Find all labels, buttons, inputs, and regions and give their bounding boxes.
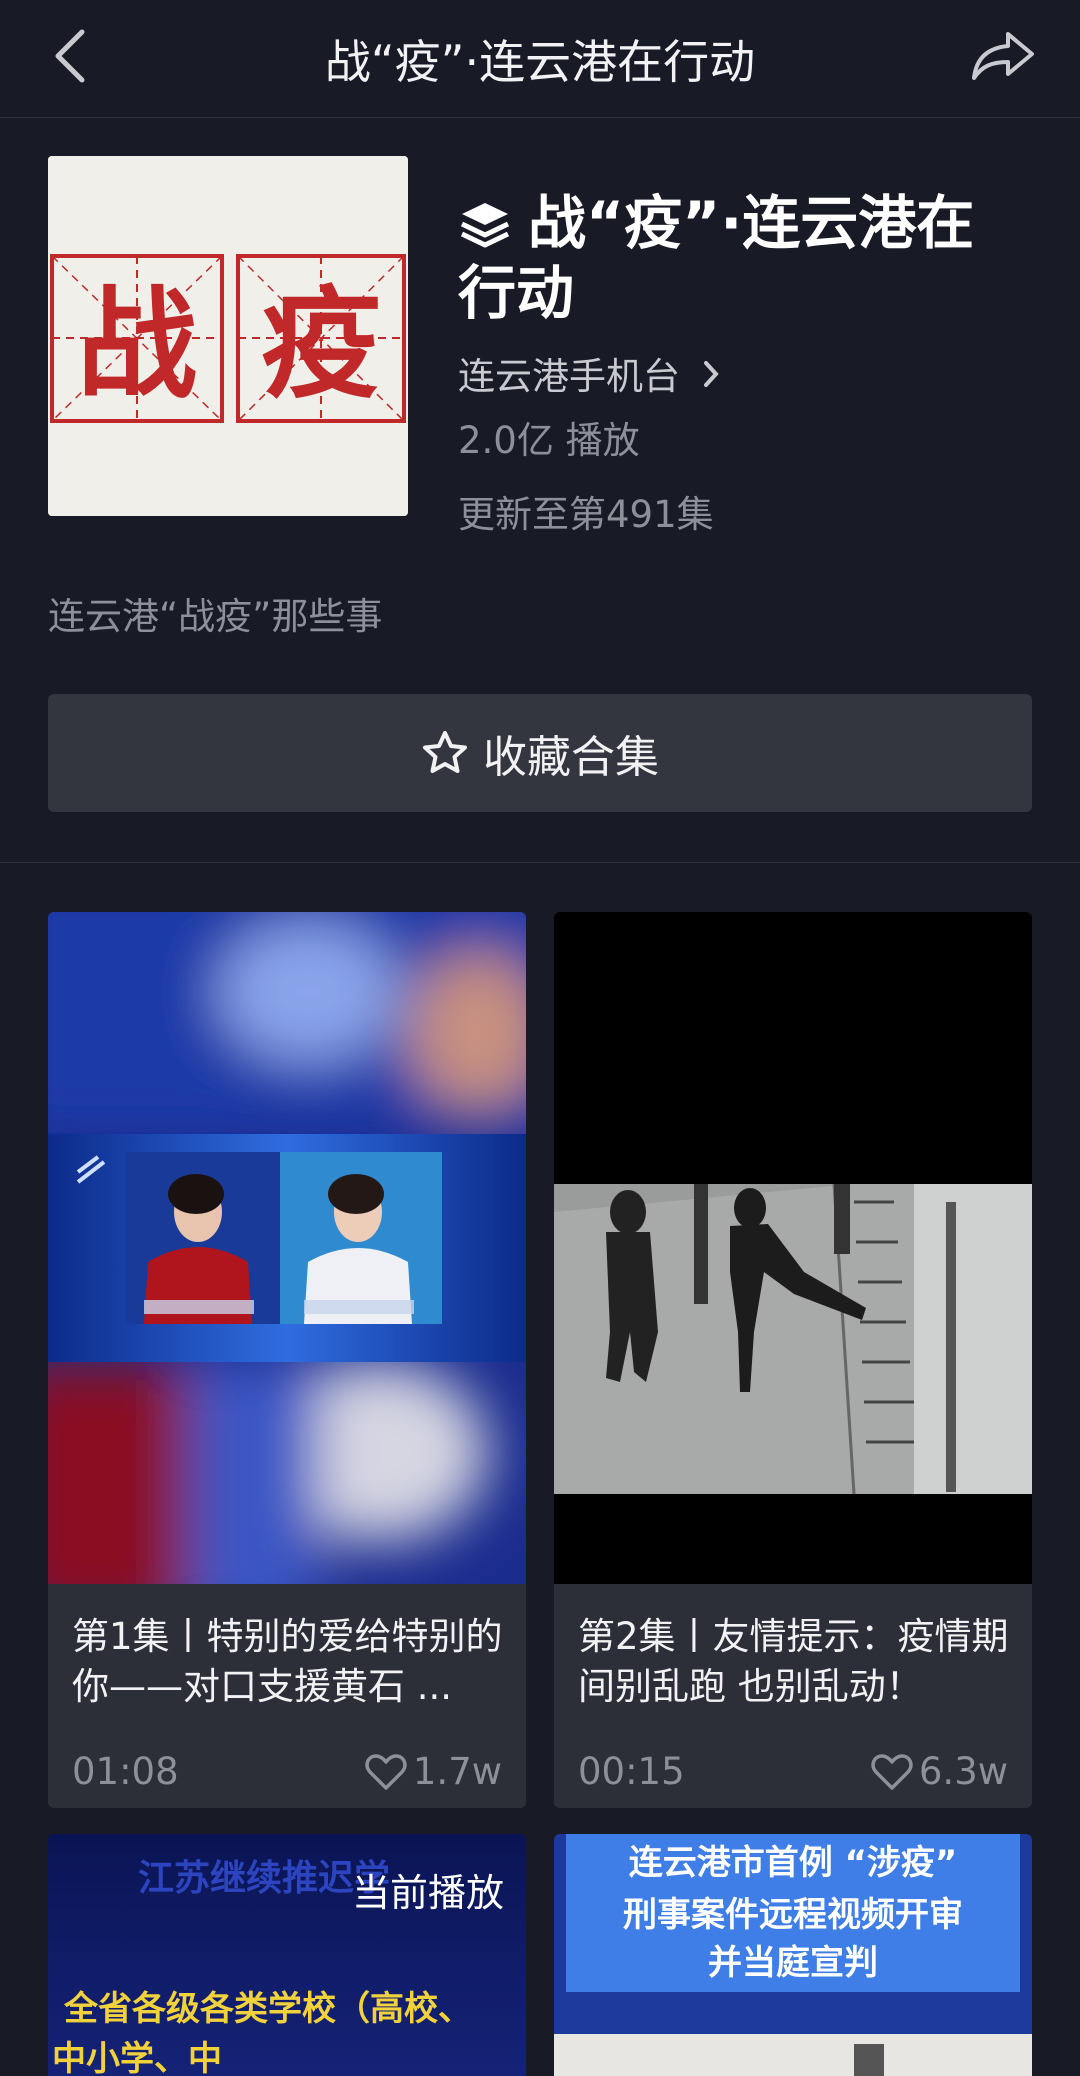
layers-icon	[460, 203, 510, 248]
like-count-text: 1.7w	[412, 1750, 502, 1793]
episode-count: 更新至第491集	[458, 493, 714, 536]
episode-card[interactable]: 第2集丨友情提示：疫情期间别乱跑 也别乱动！ 00:15 6.3w	[554, 912, 1032, 1808]
episode-title: 第1集丨特别的爱给特别的你——对口支援黄石 ...	[72, 1615, 503, 1708]
collection-description: 连云港“战疫”那些事	[48, 595, 383, 638]
episode-card[interactable]: 连云港市首例 “涉疫” 刑事案件远程视频开审 并当庭宣判	[554, 1834, 1032, 2076]
author-link[interactable]: 连云港手机台	[458, 346, 720, 400]
star-icon	[423, 731, 467, 773]
share-button[interactable]	[968, 24, 1040, 88]
now-playing-badge: 当前播放	[351, 1871, 504, 1915]
collection-cover: 战 疫	[48, 156, 408, 516]
divider	[0, 862, 1080, 863]
top-bar: 战“疫”·连云港在行动	[0, 0, 1080, 118]
author-name: 连云港手机台	[458, 355, 680, 398]
cover-art: 战 疫	[48, 156, 408, 516]
overlay-line-2: 刑事案件远程视频开审	[623, 1895, 963, 1935]
heart-icon	[365, 1753, 407, 1790]
episode-card[interactable]: 第1集丨特别的爱给特别的你——对口支援黄石 ... 01:08 1.7w	[48, 912, 526, 1808]
like-count-text: 6.3w	[918, 1750, 1008, 1793]
overlay-line-1: 连云港市首例 “涉疫”	[629, 1843, 958, 1883]
episode-meta: 00:15 6.3w	[578, 1750, 1008, 1793]
episode-meta: 01:08 1.7w	[72, 1750, 502, 1793]
favorite-collection-button[interactable]: 收藏合集	[48, 694, 1032, 812]
collection-title: 战“疫”·连云港在行动	[458, 188, 1018, 328]
like-count[interactable]: 1.7w	[365, 1750, 502, 1793]
chevron-right-icon	[703, 361, 719, 387]
overlay-line-2: 中小学、中	[52, 2039, 222, 2076]
play-count: 2.0亿 播放	[458, 419, 640, 462]
collection-title-text: 战“疫”·连云港在行动	[458, 189, 975, 327]
heart-icon	[871, 1753, 913, 1790]
episode-card-current[interactable]: 江苏继续推迟学 全省各级各类学校（高校、 中小学、中 当前播放	[48, 1834, 526, 2076]
favorite-label: 收藏合集	[483, 732, 659, 783]
overlay-line-1: 全省各级各类学校（高校、	[63, 1989, 472, 2029]
episode-thumbnail	[48, 912, 526, 1584]
cover-char-2: 疫	[261, 274, 381, 415]
episode-title: 第2集丨友情提示：疫情期间别乱跑 也别乱动！	[578, 1615, 1009, 1708]
page-title: 战“疫”·连云港在行动	[324, 35, 756, 89]
share-arrow-icon	[972, 32, 1034, 80]
cover-char-1: 战	[77, 274, 197, 415]
episode-duration: 01:08	[72, 1750, 179, 1793]
episode-duration: 00:15	[578, 1750, 685, 1793]
like-count[interactable]: 6.3w	[871, 1750, 1008, 1793]
episode-thumbnail	[554, 912, 1032, 1584]
overlay-line-3: 并当庭宣判	[708, 1943, 878, 1983]
